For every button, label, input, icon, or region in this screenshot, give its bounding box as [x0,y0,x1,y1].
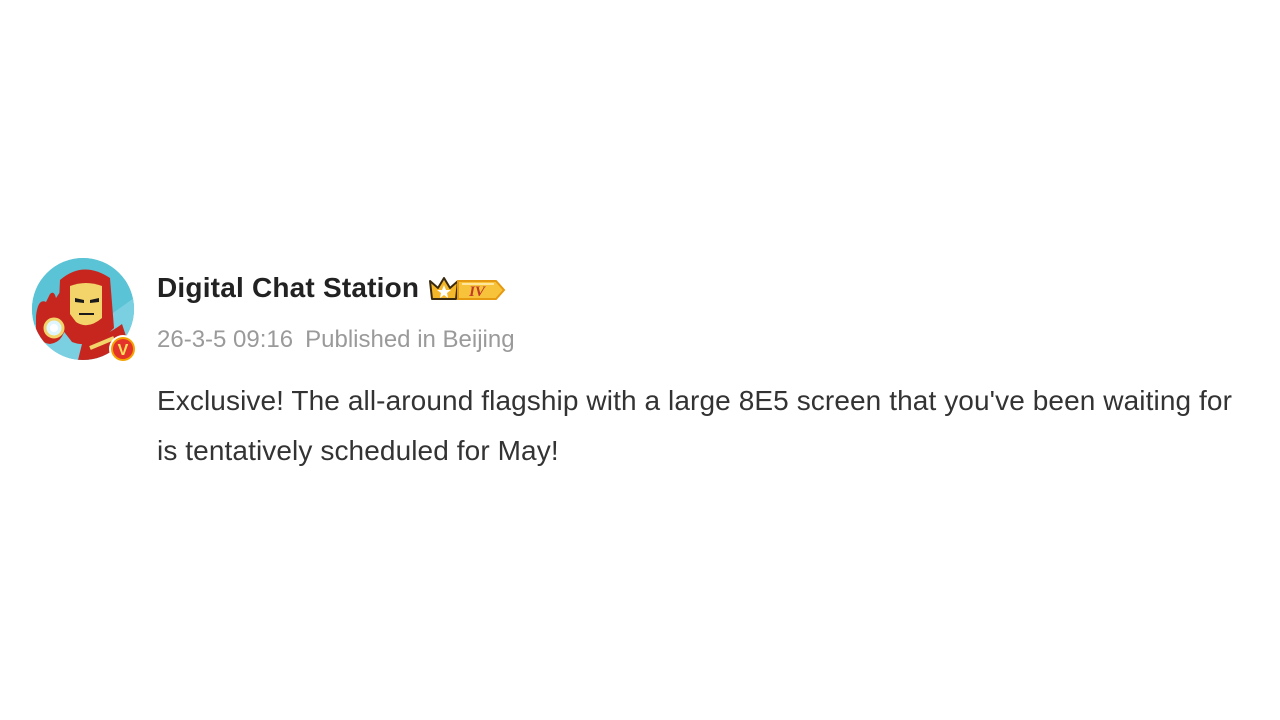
post-timestamp[interactable]: 26-3-5 09:16 [157,326,293,353]
author-avatar-wrapper[interactable]: V [32,256,138,366]
post-body-text: Exclusive! The all-around flagship with … [157,385,1233,466]
author-name[interactable]: Digital Chat Station [157,272,419,304]
svg-text:IV: IV [468,284,487,300]
verified-badge-icon: V [108,334,138,364]
author-row: Digital Chat Station IV [157,270,506,306]
svg-text:V: V [118,342,129,359]
crown-level-badge-icon[interactable]: IV [428,272,506,304]
post-location: Published in Beijing [305,326,515,353]
post-meta: 26-3-5 09:16 Published in Beijing [157,326,515,354]
